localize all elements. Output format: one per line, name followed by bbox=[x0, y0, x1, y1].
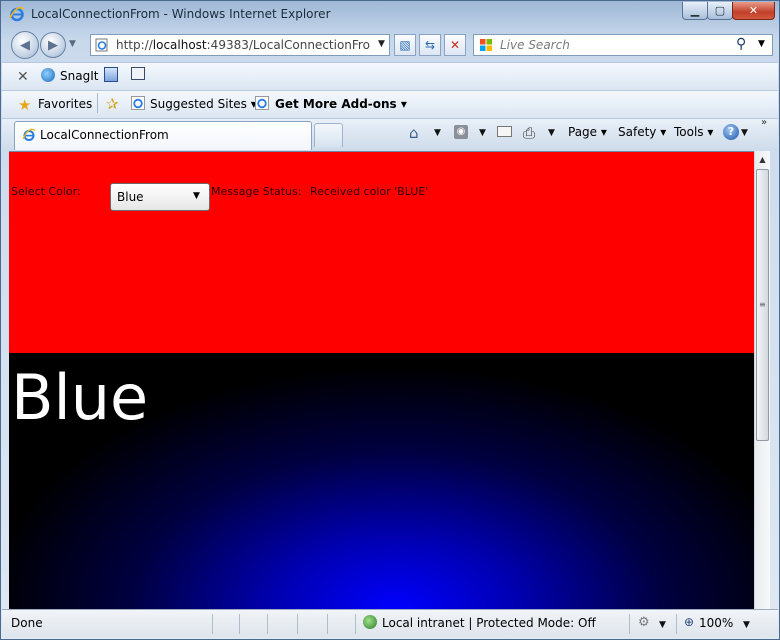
snagit-icon bbox=[41, 68, 55, 82]
get-addons-button[interactable]: Get More Add-ons ▾ bbox=[275, 97, 407, 111]
tab-page-icon bbox=[22, 128, 36, 141]
zoom-icon[interactable]: ⊕ bbox=[684, 615, 694, 629]
new-tab-button[interactable] bbox=[314, 123, 343, 147]
status-divider bbox=[676, 614, 677, 634]
minimize-button[interactable]: ▁ bbox=[682, 2, 708, 20]
message-status-label: Message Status: bbox=[211, 185, 302, 198]
status-divider bbox=[297, 614, 298, 634]
safety-menu[interactable]: Safety ▾ bbox=[618, 125, 666, 139]
selected-color-text: Blue bbox=[11, 361, 149, 434]
status-divider bbox=[212, 614, 213, 634]
address-bar[interactable]: http://localhost:49383/LocalConnectionFr… bbox=[90, 34, 390, 56]
read-mail-icon[interactable] bbox=[497, 126, 512, 137]
tab-localconnectionfrom[interactable]: LocalConnectionFrom bbox=[14, 121, 312, 150]
chevron-more-icon[interactable]: » bbox=[761, 117, 767, 128]
page-menu[interactable]: Page ▾ bbox=[568, 125, 607, 139]
status-divider bbox=[267, 614, 268, 634]
home-icon[interactable]: ⌂ bbox=[409, 124, 419, 142]
status-divider bbox=[355, 614, 356, 634]
refresh-button[interactable]: ⇆ bbox=[419, 34, 441, 56]
stop-button[interactable]: ✕ bbox=[444, 34, 466, 56]
status-divider bbox=[239, 614, 240, 634]
ie-logo-icon bbox=[9, 6, 25, 22]
feeds-icon[interactable]: ◉ bbox=[454, 125, 468, 139]
security-zone-text[interactable]: Local intranet | Protected Mode: Off bbox=[382, 616, 596, 630]
refresh-icon: ⇆ bbox=[424, 38, 436, 52]
close-icon: ✕ bbox=[748, 4, 759, 17]
snagit-capture-icon[interactable] bbox=[104, 67, 118, 82]
close-toolbar-icon[interactable]: ✕ bbox=[17, 69, 29, 85]
chevron-down-icon: ▼ bbox=[193, 191, 200, 201]
address-dropdown-icon[interactable]: ▼ bbox=[378, 39, 385, 49]
home-dropdown-icon[interactable]: ▼ bbox=[434, 128, 441, 138]
color-select[interactable]: Blue ▼ bbox=[110, 183, 210, 211]
arrow-right-icon: ▶ bbox=[48, 37, 58, 53]
recent-pages-dropdown[interactable]: ▼ bbox=[69, 39, 76, 49]
help-icon[interactable]: ? bbox=[723, 124, 739, 140]
scroll-thumb[interactable]: ≡ bbox=[756, 169, 769, 441]
forward-button[interactable]: ▶ bbox=[40, 32, 66, 58]
print-dropdown-icon[interactable]: ▼ bbox=[548, 128, 555, 138]
color-select-value: Blue bbox=[117, 190, 144, 204]
back-button[interactable]: ◀ bbox=[11, 31, 39, 59]
help-dropdown-icon[interactable]: ▼ bbox=[741, 128, 748, 138]
protected-dropdown-icon[interactable]: ▼ bbox=[659, 620, 666, 630]
minimize-icon: ▁ bbox=[690, 4, 700, 17]
tools-menu[interactable]: Tools ▾ bbox=[674, 125, 713, 139]
search-icon[interactable]: ⚲ bbox=[736, 36, 746, 52]
snagit-edit-icon[interactable] bbox=[131, 67, 145, 80]
search-box[interactable]: Live Search ⚲ ▼ bbox=[473, 34, 773, 56]
status-bar: Done Local intranet | Protected Mode: Of… bbox=[2, 609, 778, 637]
tab-label: LocalConnectionFrom bbox=[40, 128, 169, 142]
status-text: Done bbox=[11, 616, 43, 630]
snagit-button[interactable]: SnagIt bbox=[60, 69, 98, 83]
search-options-dropdown[interactable]: ▼ bbox=[758, 39, 765, 49]
toolbar-divider bbox=[97, 93, 98, 113]
intranet-zone-icon bbox=[363, 615, 377, 629]
get-addons-icon bbox=[255, 96, 269, 110]
select-color-label: Select Color: bbox=[11, 185, 81, 198]
zoom-level[interactable]: 100% bbox=[699, 616, 733, 630]
arrow-left-icon: ◀ bbox=[20, 37, 30, 53]
favorites-star-icon: ★ bbox=[18, 96, 32, 114]
close-window-button[interactable]: ✕ bbox=[732, 2, 775, 20]
page-content: Select Color: Blue ▼ Message Status: Rec… bbox=[9, 151, 754, 610]
maximize-icon: ▢ bbox=[714, 4, 726, 17]
favorites-button[interactable]: Favorites bbox=[38, 97, 92, 111]
color-display-panel: Blue bbox=[9, 353, 754, 610]
stop-icon: ✕ bbox=[449, 38, 461, 52]
status-divider bbox=[629, 614, 630, 634]
address-input[interactable]: http://localhost:49383/LocalConnectionFr… bbox=[116, 38, 371, 52]
scroll-up-arrow-icon[interactable]: ▲ bbox=[755, 151, 770, 168]
search-input[interactable]: Live Search bbox=[500, 38, 570, 52]
compatibility-view-button[interactable]: ▧ bbox=[394, 34, 416, 56]
suggested-sites-icon bbox=[131, 96, 145, 110]
zoom-dropdown-icon[interactable]: ▼ bbox=[743, 620, 750, 630]
color-selector-panel: Select Color: Blue ▼ Message Status: Rec… bbox=[9, 152, 754, 353]
compatibility-icon: ▧ bbox=[399, 38, 411, 52]
browser-window: LocalConnectionFrom - Windows Internet E… bbox=[0, 0, 780, 640]
vertical-scrollbar[interactable]: ▲ ≡ bbox=[754, 151, 770, 609]
feeds-dropdown-icon[interactable]: ▼ bbox=[479, 128, 486, 138]
print-icon[interactable]: ⎙ bbox=[523, 124, 535, 142]
page-icon bbox=[95, 38, 108, 52]
protected-mode-icon[interactable]: ⚙ bbox=[638, 615, 650, 630]
suggested-sites-button[interactable]: Suggested Sites ▾ bbox=[150, 97, 257, 111]
title-bar: LocalConnectionFrom - Windows Internet E… bbox=[1, 1, 780, 27]
scroll-grip-icon: ≡ bbox=[759, 300, 766, 309]
windows-flag-icon bbox=[480, 39, 492, 51]
links-toolbar bbox=[2, 62, 778, 90]
maximize-button[interactable]: ▢ bbox=[707, 2, 733, 20]
window-title: LocalConnectionFrom - Windows Internet E… bbox=[31, 7, 331, 21]
status-divider bbox=[327, 614, 328, 634]
message-status-value: Received color 'BLUE' bbox=[310, 185, 429, 198]
add-to-favorites-icon[interactable]: ✰ bbox=[106, 95, 119, 113]
